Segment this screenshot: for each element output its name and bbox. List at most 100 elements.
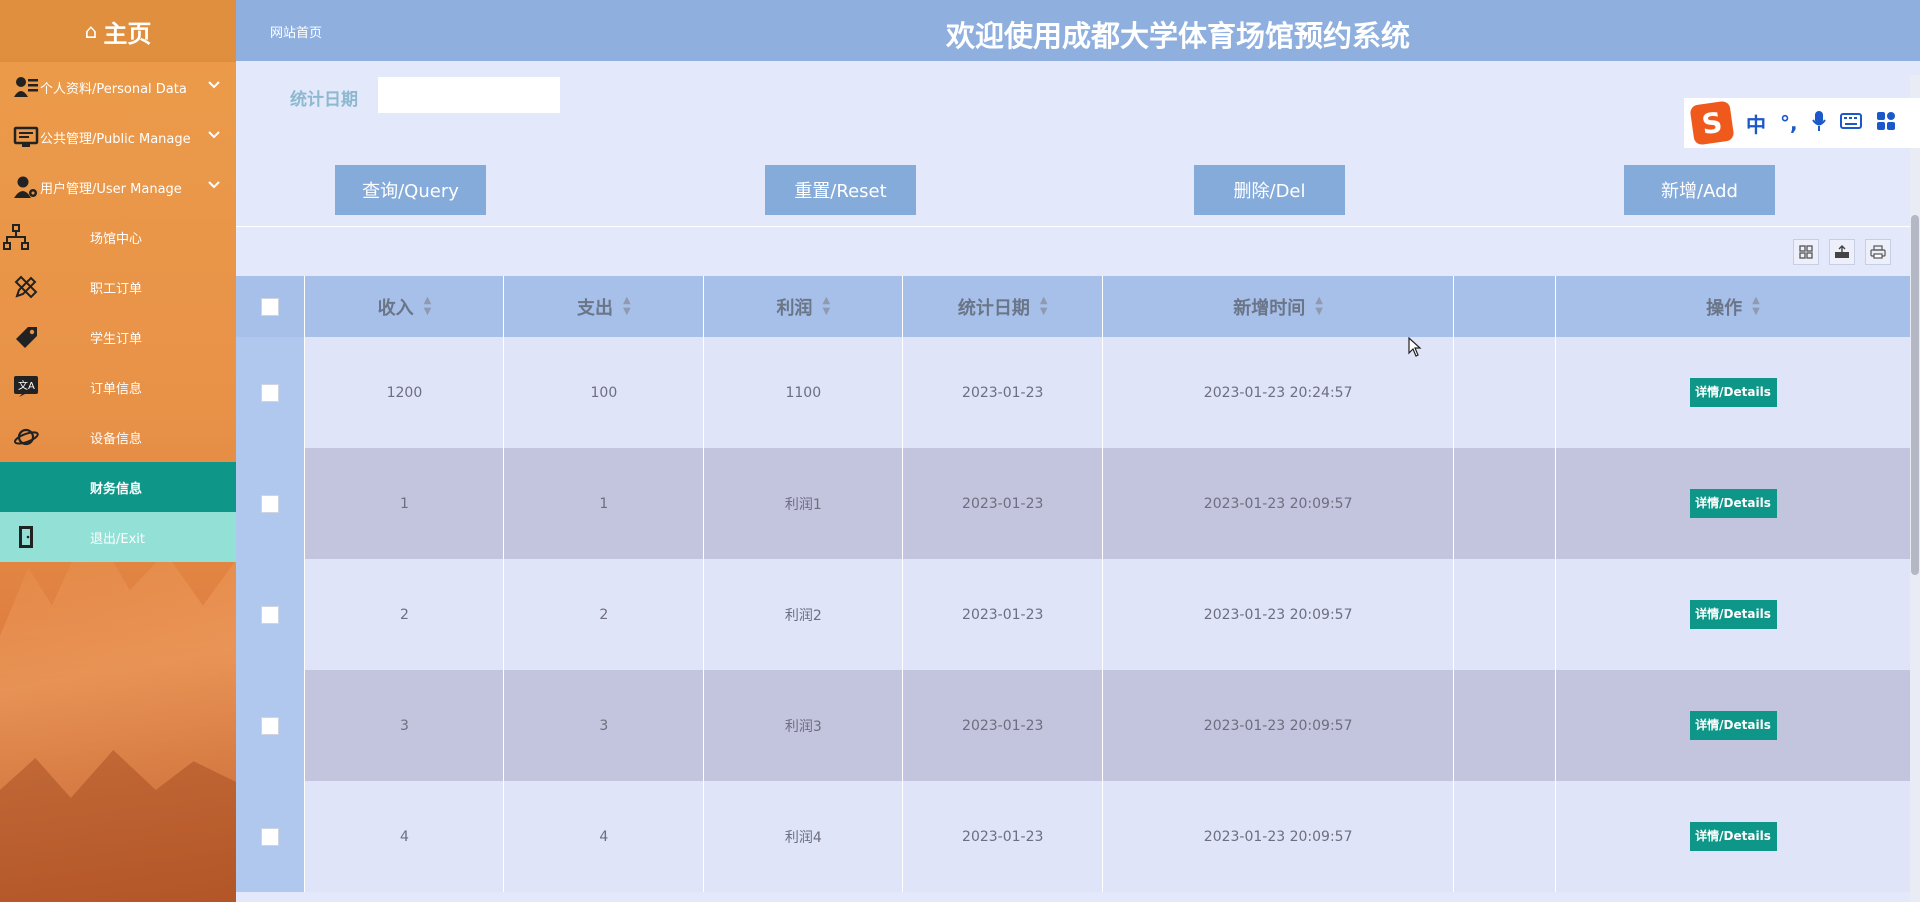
pencil-ruler-icon <box>12 273 40 301</box>
keyboard-icon[interactable] <box>1839 113 1862 133</box>
sidebar-group-personal-data[interactable]: 个人资料/Personal Data <box>0 62 236 112</box>
row-checkbox[interactable] <box>261 494 280 513</box>
blank-cell <box>1453 670 1557 781</box>
sidebar-group-public-manage[interactable]: 公共管理/Public Manage <box>0 112 236 162</box>
row-select-cell <box>236 337 306 448</box>
delete-button[interactable]: 删除/Del <box>1194 165 1345 215</box>
created-time-cell: 2023-01-23 20:09:57 <box>1102 670 1455 781</box>
profit-cell: 利润3 <box>703 670 904 781</box>
finance-table: 收入 ▲ ▼ 支出 ▲ ▼ 利润 ▲ ▼ 统计日期 ▲ ▼ 新增时间 ▲ ▼ 操作 ▲ ▼ 1200 1… <box>236 276 1911 892</box>
svg-text:文A: 文A <box>18 379 35 392</box>
sidebar-item-label: 设备信息 <box>90 431 143 447</box>
home-label: 主页 <box>103 19 152 48</box>
details-button[interactable]: 详情/Details <box>1689 378 1777 407</box>
sidebar-item-exit[interactable]: 退出/Exit <box>0 512 236 562</box>
vertical-scrollbar[interactable] <box>1910 75 1920 902</box>
income-cell: 2 <box>304 559 505 670</box>
ime-punct-toggle[interactable]: °, <box>1780 111 1798 135</box>
stat-date-cell: 2023-01-23 <box>902 781 1104 892</box>
sort-icon: ▲ ▼ <box>623 294 631 317</box>
select-all-checkbox[interactable] <box>261 298 280 316</box>
details-button[interactable]: 详情/Details <box>1689 489 1777 518</box>
income-cell: 1200 <box>304 337 505 448</box>
column-header-income[interactable]: 收入 ▲ ▼ <box>304 276 505 337</box>
columns-icon[interactable] <box>1793 239 1819 265</box>
sidebar-item-finance-info[interactable]: 财务信息 <box>0 462 236 512</box>
actions-cell: 详情/Details <box>1555 670 1911 781</box>
column-header-expense[interactable]: 支出 ▲ ▼ <box>503 276 705 337</box>
export-icon[interactable] <box>1829 239 1855 265</box>
sidebar-item-label: 退出/Exit <box>90 531 145 547</box>
column-header-blank <box>1453 276 1557 337</box>
row-select-cell <box>236 781 306 892</box>
sidebar: ⌂ 主页 个人资料/Personal Data 公共管理/Public Mana… <box>0 0 236 902</box>
scrollbar-thumb[interactable] <box>1911 215 1919 575</box>
column-header-created-time[interactable]: 新增时间 ▲ ▼ <box>1102 276 1455 337</box>
home-icon: ⌂ <box>84 19 98 43</box>
breadcrumb[interactable]: 网站首页 <box>270 22 322 41</box>
actions-cell: 详情/Details <box>1555 337 1911 448</box>
details-button[interactable]: 详情/Details <box>1689 711 1777 740</box>
table-row: 3 3 利润3 2023-01-23 2023-01-23 20:09:57 详… <box>236 670 1911 781</box>
blank-cell <box>1453 559 1557 670</box>
sogou-logo-icon[interactable]: S <box>1689 100 1735 146</box>
blank-cell <box>1453 337 1557 448</box>
row-checkbox[interactable] <box>261 605 280 624</box>
income-cell: 4 <box>304 781 505 892</box>
row-select-cell <box>236 670 306 781</box>
page-title: 欢迎使用成都大学体育场馆预约系统 <box>946 19 1411 53</box>
column-header-stat-date[interactable]: 统计日期 ▲ ▼ <box>902 276 1104 337</box>
home-link[interactable]: ⌂ 主页 <box>0 0 236 62</box>
created-time-cell: 2023-01-23 20:09:57 <box>1102 559 1455 670</box>
sidebar-item-order-info[interactable]: 文A 订单信息 <box>0 362 236 412</box>
select-all-cell <box>236 276 306 337</box>
blank-cell <box>1453 448 1557 559</box>
stat-date-cell: 2023-01-23 <box>902 670 1104 781</box>
user-card-icon <box>12 73 40 101</box>
planet-icon <box>12 423 40 451</box>
actions-cell: 详情/Details <box>1555 559 1911 670</box>
income-cell: 1 <box>304 448 505 559</box>
created-time-cell: 2023-01-23 20:09:57 <box>1102 448 1455 559</box>
top-header: 网站首页 欢迎使用成都大学体育场馆预约系统 <box>236 0 1920 61</box>
profit-cell: 1100 <box>703 337 904 448</box>
sidebar-item-label: 订单信息 <box>90 381 143 397</box>
column-header-actions[interactable]: 操作 ▲ ▼ <box>1555 276 1911 337</box>
sidebar-item-venue-center[interactable]: 场馆中心 <box>0 212 236 262</box>
microphone-icon[interactable] <box>1811 110 1826 136</box>
expense-cell: 100 <box>503 337 705 448</box>
chevron-down-icon <box>208 128 220 143</box>
sidebar-item-label: 场馆中心 <box>90 231 143 247</box>
profit-cell: 利润1 <box>703 448 904 559</box>
stat-date-label: 统计日期 <box>290 90 358 110</box>
column-header-profit[interactable]: 利润 ▲ ▼ <box>703 276 904 337</box>
reset-button[interactable]: 重置/Reset <box>765 165 916 215</box>
sidebar-group-user-manage[interactable]: 用户管理/User Manage <box>0 162 236 212</box>
row-checkbox[interactable] <box>261 716 280 735</box>
sidebar-item-student-orders[interactable]: 学生订单 <box>0 312 236 362</box>
mouse-cursor-icon <box>1408 336 1422 361</box>
row-checkbox[interactable] <box>261 827 280 846</box>
row-checkbox[interactable] <box>261 383 280 402</box>
chevron-down-icon <box>208 178 220 193</box>
table-header-row: 收入 ▲ ▼ 支出 ▲ ▼ 利润 ▲ ▼ 统计日期 ▲ ▼ 新增时间 ▲ ▼ 操作 ▲ ▼ <box>236 276 1911 337</box>
sort-icon: ▲ ▼ <box>1315 294 1323 317</box>
column-header-label: 新增时间 <box>1233 297 1306 319</box>
details-button[interactable]: 详情/Details <box>1689 822 1777 851</box>
stat-date-input[interactable] <box>378 77 560 113</box>
sort-icon: ▲ ▼ <box>822 294 831 317</box>
sidebar-mountain-fg <box>0 750 236 902</box>
actions-cell: 详情/Details <box>1555 448 1911 559</box>
stat-date-cell: 2023-01-23 <box>902 337 1104 448</box>
details-button[interactable]: 详情/Details <box>1689 600 1777 629</box>
sidebar-item-equipment-info[interactable]: 设备信息 <box>0 412 236 462</box>
print-icon[interactable] <box>1865 239 1891 265</box>
ime-mode-toggle[interactable]: 中 <box>1746 109 1766 138</box>
sidebar-item-staff-orders[interactable]: 职工订单 <box>0 262 236 312</box>
query-button[interactable]: 查询/Query <box>335 165 486 215</box>
add-button[interactable]: 新增/Add <box>1624 165 1775 215</box>
blank-cell <box>1453 781 1557 892</box>
actions-cell: 详情/Details <box>1555 781 1911 892</box>
grid-menu-icon[interactable] <box>1876 111 1896 135</box>
column-header-label: 支出 <box>577 297 614 319</box>
